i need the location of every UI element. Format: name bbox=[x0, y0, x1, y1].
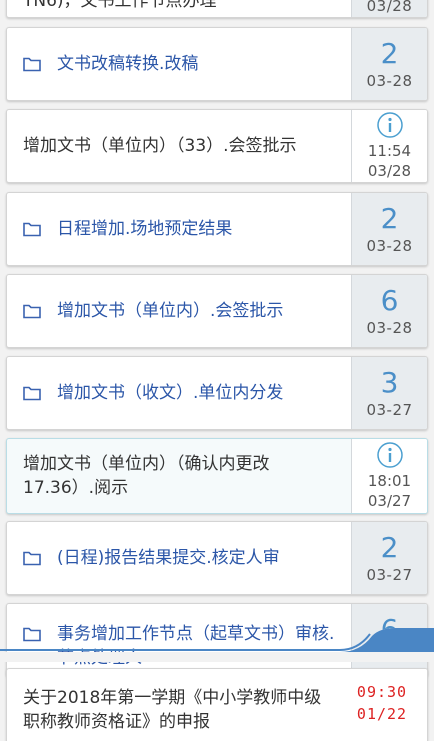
unread-count: 6 bbox=[380, 284, 399, 317]
folder-icon bbox=[23, 222, 41, 237]
task-meta: 18:01 03/27 bbox=[351, 439, 427, 513]
notice-time: 09:30 bbox=[356, 683, 408, 701]
task-title: (日程)报告结果提交.核定人审 bbox=[57, 548, 280, 568]
task-meta: 2 03-27 bbox=[351, 522, 427, 594]
task-date: 03-27 bbox=[366, 401, 413, 419]
task-meta: 2 03-28 bbox=[351, 193, 427, 265]
task-date: 03/28 bbox=[366, 0, 413, 15]
folder-icon bbox=[23, 304, 41, 319]
folder-icon bbox=[23, 386, 41, 401]
folder-icon bbox=[23, 57, 41, 72]
task-date: 03-27 bbox=[366, 566, 413, 584]
task-date: 03-28 bbox=[366, 319, 413, 337]
notice-date: 01/22 bbox=[356, 705, 408, 723]
wave-divider bbox=[0, 628, 434, 662]
task-meta: 2 03-28 bbox=[351, 28, 427, 100]
task-meta: 11:54 03/28 bbox=[351, 110, 427, 182]
folder-icon bbox=[23, 551, 41, 566]
task-title: 增加文书（收文）.单位内分发 bbox=[57, 383, 284, 403]
notice-meta: 09:30 01/22 bbox=[337, 669, 427, 741]
task-meta: 03/28 bbox=[351, 0, 427, 17]
unread-count: 3 bbox=[380, 366, 399, 399]
info-icon bbox=[376, 112, 403, 138]
task-card[interactable]: 日程增加.场地预定结果 2 03-28 bbox=[6, 192, 428, 266]
task-card[interactable]: 增加文书（单位内）（33）.会签批示 11:54 03/28 bbox=[6, 109, 428, 183]
task-date: 03/27 bbox=[367, 492, 412, 510]
info-icon bbox=[376, 442, 403, 468]
task-title: 文书改稿转换.改稿 bbox=[57, 54, 199, 74]
task-card[interactable]: 增加文书（单位内）.会签批示 6 03-28 bbox=[6, 274, 428, 348]
task-card[interactable]: 增加文书（收文）.单位内分发 3 03-27 bbox=[6, 356, 428, 430]
task-title: 增加文书（单位内）（确认内更改17.36）.阅示 bbox=[23, 454, 270, 498]
task-card[interactable]: 文书改稿转换.改稿 2 03-28 bbox=[6, 27, 428, 101]
task-meta: 6 03-28 bbox=[351, 275, 427, 347]
notice-card[interactable]: 关于2018年第一学期《中小学教师中级职称教师资格证》的申报 09:30 01/… bbox=[6, 668, 428, 741]
notice-title: 关于2018年第一学期《中小学教师中级职称教师资格证》的申报 bbox=[23, 688, 322, 732]
task-title: TN6)，文书工作节点办理 bbox=[23, 0, 217, 11]
task-date: 03-28 bbox=[366, 237, 413, 255]
task-title: 增加文书（单位内）.会签批示 bbox=[57, 301, 284, 321]
task-time: 18:01 bbox=[367, 472, 412, 490]
task-title: 日程增加.场地预定结果 bbox=[57, 219, 233, 239]
unread-count: 2 bbox=[380, 531, 399, 564]
task-meta: 3 03-27 bbox=[351, 357, 427, 429]
unread-count: 2 bbox=[380, 37, 399, 70]
unread-count: 2 bbox=[380, 202, 399, 235]
task-date: 03-28 bbox=[366, 72, 413, 90]
task-time: 11:54 bbox=[367, 142, 412, 160]
task-title: 增加文书（单位内）（33）.会签批示 bbox=[23, 136, 297, 156]
task-date: 03/28 bbox=[367, 162, 412, 180]
task-card[interactable]: TN6)，文书工作节点办理 03/28 bbox=[6, 0, 428, 18]
task-card[interactable]: 增加文书（单位内）（确认内更改17.36）.阅示 18:01 03/27 bbox=[6, 438, 428, 514]
task-card[interactable]: (日程)报告结果提交.核定人审 2 03-27 bbox=[6, 521, 428, 595]
